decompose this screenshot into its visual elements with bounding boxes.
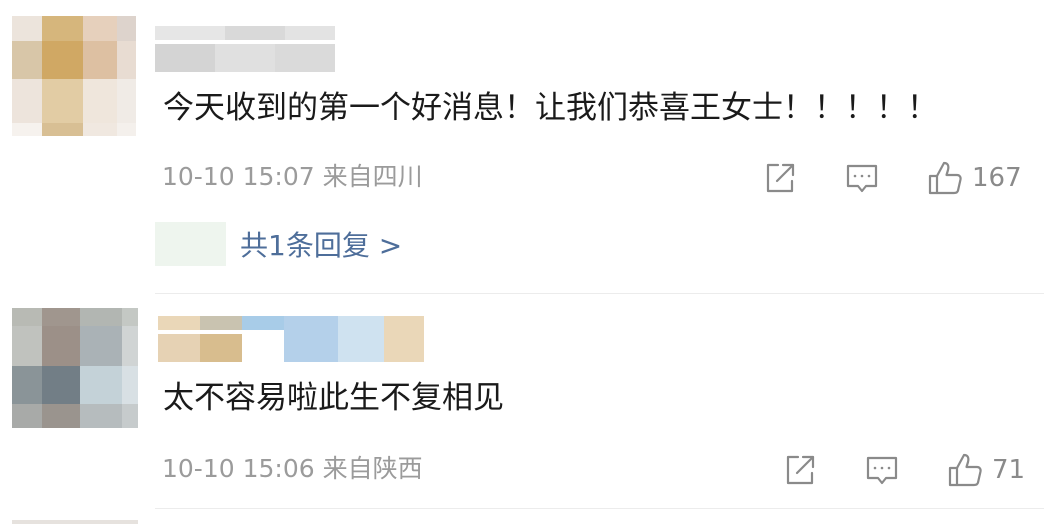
next-comment-avatar-partial [12, 520, 138, 524]
comment-item: 太不容易啦此生不复相见 10-10 15:06 来自陕西 71 [0, 294, 1044, 524]
like-count: 71 [992, 455, 1026, 485]
comment-item: 今天收到的第一个好消息！让我们恭喜王女士！！！！！ 10-10 15:07 来自… [0, 0, 1044, 294]
comment-meta: 10-10 15:06 来自陕西 [162, 454, 423, 484]
avatar-pixel [42, 308, 80, 326]
comment-text: 今天收到的第一个好消息！让我们恭喜王女士！！！！！ [163, 90, 938, 126]
avatar-pixel [122, 404, 138, 428]
username-blur-block [285, 26, 335, 40]
avatar-pixel [42, 79, 83, 123]
avatar-pixel [117, 41, 136, 79]
username[interactable] [155, 26, 335, 74]
avatar-pixel [80, 308, 122, 326]
avatar[interactable] [12, 308, 138, 428]
avatar-pixel [12, 79, 42, 123]
share-icon [782, 452, 818, 488]
avatar-pixel [42, 16, 83, 41]
reply-preview-avatars [155, 222, 226, 266]
avatar-pixel [12, 366, 42, 404]
username-blur-block [225, 26, 285, 40]
avatar-pixel [12, 41, 42, 79]
username-blur-block [215, 44, 275, 72]
avatar-pixel [83, 123, 117, 136]
username-blur-block [158, 334, 200, 362]
like-button[interactable]: 71 [946, 450, 1025, 490]
thumbs-up-icon [946, 451, 984, 489]
username-blur-block [155, 44, 215, 72]
username[interactable] [158, 316, 446, 362]
avatar-pixel [42, 404, 80, 428]
share-button[interactable] [762, 158, 798, 198]
divider [155, 508, 1044, 509]
comment-actions: 167 [760, 158, 1040, 198]
avatar-pixel [80, 366, 122, 404]
username-blur-block [242, 316, 284, 330]
comment-meta: 10-10 15:07 来自四川 [162, 162, 423, 192]
avatar-image [12, 308, 138, 428]
username-blur-block [158, 316, 200, 330]
username-blur-block [338, 316, 384, 362]
like-button[interactable]: 167 [926, 158, 1022, 198]
avatar-pixel [12, 16, 42, 41]
username-blur-block [275, 44, 335, 72]
avatar-pixel [80, 404, 122, 428]
comment-location: 来自四川 [322, 162, 423, 191]
avatar-pixel [122, 308, 138, 326]
comment-date: 10-10 15:06 [162, 454, 315, 483]
share-button[interactable] [782, 450, 818, 490]
avatar-pixel [42, 123, 83, 136]
avatar-image [12, 16, 136, 136]
avatar-pixel [12, 404, 42, 428]
like-count: 167 [972, 163, 1022, 193]
replies-count-label: 共1条回复 > [240, 229, 403, 262]
avatar-pixel [83, 16, 117, 41]
username-blur-block [284, 316, 338, 362]
avatar-pixel [117, 79, 136, 123]
comment-text: 太不容易啦此生不复相见 [163, 380, 504, 416]
username-blur-block [155, 26, 225, 40]
comment-location: 来自陕西 [322, 454, 423, 483]
username-blur-block [200, 316, 242, 330]
avatar-pixel [12, 308, 42, 326]
comment-button[interactable] [844, 158, 880, 198]
username-blur-block [200, 334, 242, 362]
avatar-pixel [83, 79, 117, 123]
avatar-pixel [122, 366, 138, 404]
username-blur-block [384, 316, 424, 362]
avatar-pixel [12, 326, 42, 366]
share-icon [762, 160, 798, 196]
avatar-pixel [42, 41, 83, 79]
comment-date: 10-10 15:07 [162, 162, 315, 191]
avatar-pixel [42, 326, 80, 366]
view-replies-link[interactable]: 共1条回复 > [155, 222, 402, 266]
thumbs-up-icon [926, 159, 964, 197]
avatar-pixel [83, 41, 117, 79]
avatar-pixel [12, 123, 42, 136]
avatar-pixel [80, 326, 122, 366]
avatar-pixel [122, 326, 138, 366]
comment-button[interactable] [864, 450, 900, 490]
avatar[interactable] [12, 16, 136, 136]
comment-actions: 71 [780, 450, 1040, 490]
avatar-pixel [117, 123, 136, 136]
avatar-pixel [42, 366, 80, 404]
comment-icon [864, 452, 900, 488]
avatar-pixel [117, 16, 136, 41]
comment-icon [844, 160, 880, 196]
